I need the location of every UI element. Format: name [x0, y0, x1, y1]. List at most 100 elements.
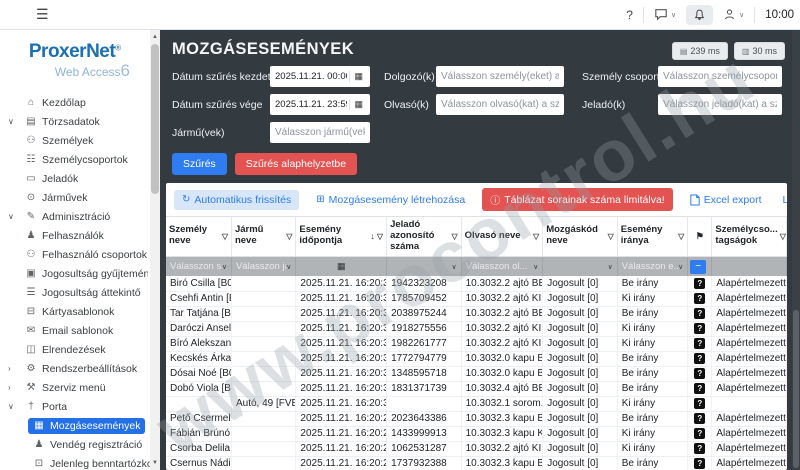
calendar-icon[interactable]: ▦	[337, 261, 346, 271]
table-row[interactable]: Fábián Brúnó [B0... 2025.11.21. 16:20:28…	[166, 426, 787, 441]
help-button[interactable]: ?	[626, 8, 633, 22]
table-row[interactable]: Biró Csilla [B0000... 2025.11.21. 16:20:…	[166, 276, 787, 291]
filter-button[interactable]: Szűrés	[172, 153, 227, 175]
sidebar-item[interactable]: ∨ ✎ Adminisztráció	[0, 207, 150, 226]
col-movement-code[interactable]: Mozgáskód neve▽	[543, 217, 618, 257]
scrollbar-thumb[interactable]	[151, 44, 159, 194]
expand-chevron-icon[interactable]: ∨	[8, 212, 20, 221]
col-person-groups[interactable]: Személycso... tagságok▽	[712, 217, 787, 257]
sidebar-item[interactable]: ⊙ Járművek	[0, 188, 150, 207]
transmitter-filter-select[interactable]: ∨	[387, 256, 462, 276]
vehicle-input[interactable]	[270, 122, 370, 143]
sort-desc-icon[interactable]: ↓	[370, 231, 375, 241]
filter-icon[interactable]: ▽	[533, 232, 539, 241]
col-flag[interactable]: ⚑	[688, 217, 712, 257]
create-event-button[interactable]: ⊞Mozgásesemény létrehozása	[308, 190, 473, 210]
filter-icon[interactable]: ▽	[780, 232, 786, 241]
expand-chevron-icon[interactable]: ∨	[8, 117, 20, 126]
person-filter-select[interactable]: Válasszon sz...∨	[166, 256, 231, 276]
excel-export-button[interactable]: Excel export	[682, 190, 770, 210]
sidebar-item[interactable]: ☰ Jogosultság áttekintő	[0, 283, 150, 302]
sidebar-item[interactable]: ▦ Mozgásesemények	[0, 416, 150, 435]
cell-reader-name: 10.3032.2 ajtó KI	[461, 321, 543, 336]
expand-chevron-icon[interactable]: ›	[8, 383, 20, 392]
cell-movement-code: Jogosult [0]	[543, 426, 618, 441]
user-menu-button[interactable]: ∨	[723, 8, 744, 21]
sidebar-item[interactable]: ⌂ Kezdőlap	[0, 93, 150, 112]
date-end-input[interactable]	[270, 99, 349, 110]
calendar-icon[interactable]: ▦	[349, 71, 367, 82]
table-row[interactable]: Autó, 49 [FVE-959] 2025.11.21. 16:20:30 …	[166, 396, 787, 411]
reader-filter-select[interactable]: Válasszon ol...∨	[461, 256, 543, 276]
sidebar-item[interactable]: ◫ Elrendezések	[0, 340, 150, 359]
person-group-input[interactable]	[658, 66, 782, 87]
date-end-field[interactable]: ▦	[270, 94, 370, 115]
sidebar-item[interactable]: ♟ Vendég regisztráció	[0, 435, 150, 454]
sidebar-item[interactable]: ∨ † Porta	[0, 397, 150, 416]
code-filter-select[interactable]: ∨	[543, 256, 618, 276]
sidebar-item[interactable]: ⚇ Felhasználó csoportok	[0, 245, 150, 264]
filter-icon[interactable]: ▽	[286, 232, 292, 241]
flag-filter-minus-button[interactable]: −	[690, 260, 706, 274]
cell-movement-code: Jogosult [0]	[543, 441, 618, 456]
table-row[interactable]: Pető Csermely [B... 2025.11.21. 16:20:29…	[166, 411, 787, 426]
sidebar-item[interactable]: ⊡ Jelenleg benntartózkodók	[0, 454, 150, 470]
col-person-name[interactable]: Személy neve▽	[166, 217, 231, 257]
expand-chevron-icon[interactable]: ›	[8, 364, 20, 373]
reader-input[interactable]	[436, 94, 564, 115]
auto-refresh-button[interactable]: ↻Automatikus frissítés	[174, 190, 299, 210]
scroll-down-arrow-icon[interactable]: ▼	[150, 458, 160, 468]
sidebar-item[interactable]: ✉ Email sablonok	[0, 321, 150, 340]
table-row[interactable]: Daróczi Anselmo ... 2025.11.21. 16:20:36…	[166, 321, 787, 336]
filter-icon[interactable]: ▽	[678, 232, 684, 241]
cell-reader-name: 10.3032.0 kapu BE	[461, 366, 543, 381]
sidebar-item[interactable]: › ⚙ Rendszerbeállítások	[0, 359, 150, 378]
worker-input[interactable]	[436, 66, 564, 87]
page-scrollbar[interactable]	[792, 30, 800, 470]
filter-icon[interactable]: ▽	[451, 232, 457, 241]
sidebar-item[interactable]: ⚇ Személyek	[0, 131, 150, 150]
filter-icon[interactable]: ▽	[608, 232, 614, 241]
sidebar-item[interactable]: ♟ Felhasználók	[0, 226, 150, 245]
date-filter-cell[interactable]: ▦	[296, 256, 387, 276]
table-row[interactable]: Dósai Noé [B000... 2025.11.21. 16:20:33 …	[166, 366, 787, 381]
sidebar-item[interactable]: › ⚒ Szerviz menü	[0, 378, 150, 397]
col-vehicle-name[interactable]: Jármű neve▽	[231, 217, 295, 257]
sidebar-item[interactable]: ∨ ▤ Törzsadatok	[0, 112, 150, 131]
date-start-input[interactable]	[270, 71, 349, 82]
transmitter-input[interactable]	[658, 94, 782, 115]
expand-chevron-icon[interactable]: ∨	[8, 402, 20, 411]
col-event-time[interactable]: Esemény időpontja↓▽	[296, 217, 387, 257]
sidebar-item[interactable]: ▣ Jogosultság gyűjtemények	[0, 264, 150, 283]
hamburger-menu-icon[interactable]: ☰	[36, 6, 49, 23]
col-reader-name[interactable]: Olvasó neve▽	[461, 217, 543, 257]
scrollbar-thumb[interactable]	[793, 310, 799, 468]
table-row[interactable]: Tar Tatjána [B000... 2025.11.21. 16:20:3…	[166, 306, 787, 321]
sidebar-scrollbar[interactable]: ▲ ▼	[150, 30, 160, 470]
notifications-button[interactable]	[686, 5, 713, 25]
sidebar-item[interactable]: ▭ Jeladók	[0, 169, 150, 188]
cell-person-groups: Alapértelmezett c...	[712, 276, 787, 291]
vehicle-filter-select[interactable]: Válasszon já...∨	[231, 256, 295, 276]
calendar-icon[interactable]: ▦	[349, 99, 367, 110]
date-start-field[interactable]: ▦	[270, 66, 370, 87]
limit-warning-button[interactable]: ⓘTáblázat sorainak száma limitálva!	[482, 188, 672, 211]
direction-filter-select[interactable]: Válasszon e...∨	[617, 256, 688, 276]
messages-button[interactable]: ∨	[654, 8, 676, 21]
col-transmitter-id[interactable]: Jeladó azonosító száma▽	[387, 217, 462, 257]
table-row[interactable]: Dobó Viola [B000... 2025.11.21. 16:20:32…	[166, 381, 787, 396]
table-row[interactable]: Kecskés Árkadij [... 2025.11.21. 16:20:3…	[166, 351, 787, 366]
table-row[interactable]: Csernus Nádia [B... 2025.11.21. 16:20:26…	[166, 456, 787, 470]
filter-reset-button[interactable]: Szűrés alaphelyzetbe	[235, 153, 357, 175]
scroll-up-arrow-icon[interactable]: ▲	[150, 32, 160, 42]
sidebar-item[interactable]: ⊟ Kártyasablonok	[0, 302, 150, 321]
table-row[interactable]: Bíró Alekszander ... 2025.11.21. 16:20:3…	[166, 336, 787, 351]
filter-icon[interactable]: ▽	[222, 232, 228, 241]
filter-icon[interactable]: ▽	[377, 232, 383, 241]
sidebar-item[interactable]: ☷ Személycsoportok	[0, 150, 150, 169]
cell-vehicle-name	[231, 351, 295, 366]
chevron-down-icon: ∨	[286, 263, 291, 271]
col-event-direction[interactable]: Esemény iránya▽	[617, 217, 688, 257]
table-row[interactable]: Csorba Delila [B0... 2025.11.21. 16:20:2…	[166, 441, 787, 456]
table-row[interactable]: Csehfi Antin [B00... 2025.11.21. 16:20:3…	[166, 291, 787, 306]
